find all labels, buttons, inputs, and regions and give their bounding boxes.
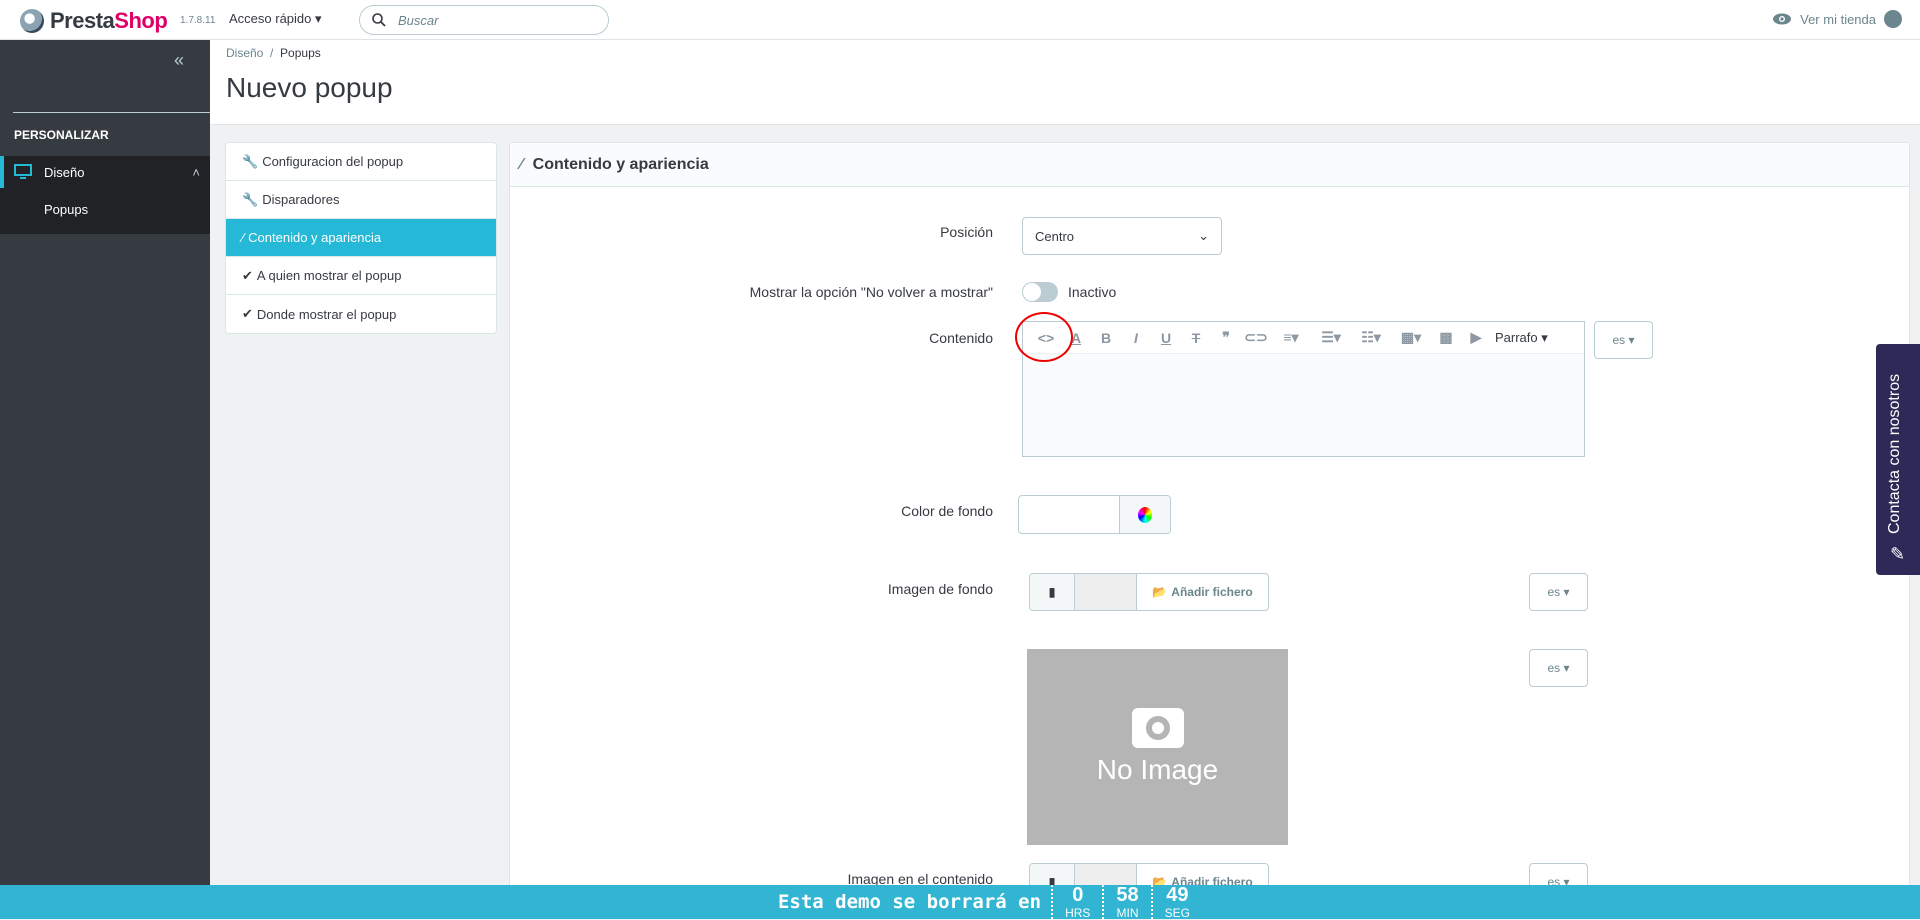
page-header — [210, 40, 1920, 125]
tab-donde[interactable]: ✔ Donde mostrar el popup — [226, 295, 496, 333]
contact-us-tab[interactable]: Contacta con nosotros ✎ — [1876, 344, 1920, 575]
bg-image-file-input[interactable]: ▮ 📂 Añadir fichero — [1029, 573, 1269, 611]
page-title: Nuevo popup — [226, 72, 393, 103]
strikethrough-icon[interactable]: T — [1181, 330, 1211, 346]
italic-icon[interactable]: I — [1121, 330, 1151, 346]
sidebar-section-title: PERSONALIZAR — [14, 128, 109, 142]
add-file-button[interactable]: 📂 Añadir fichero — [1137, 574, 1268, 610]
image-icon[interactable]: ▩ — [1431, 329, 1461, 346]
dont-show-toggle[interactable] — [1022, 282, 1058, 302]
check-icon: ✔ — [242, 267, 253, 283]
no-image-placeholder: No Image — [1027, 649, 1288, 845]
form-tabs: 🔧 Configuracion del popup 🔧 Disparadores ⁄… — [225, 142, 497, 334]
countdown-hours: 0 HRS — [1051, 885, 1102, 919]
language-dropdown[interactable]: es ▾ — [1529, 573, 1588, 611]
position-select[interactable]: Centro ⌄ — [1022, 217, 1222, 255]
tab-disparadores[interactable]: 🔧 Disparadores — [226, 181, 496, 219]
search-input[interactable]: Buscar — [359, 5, 609, 35]
paragraph-dropdown[interactable]: Parrafo ▾ — [1495, 330, 1548, 346]
sidebar-item-popups[interactable]: Popups — [0, 188, 210, 234]
camera-icon — [1131, 708, 1184, 748]
editor-toolbar: <> A B I U T ❞ ⊂⊃ ≡▾ ☰▾ ☷▾ ▦▾ ▩ ▶ Parraf… — [1023, 322, 1584, 354]
language-dropdown[interactable]: es ▾ — [1529, 649, 1588, 687]
bold-icon[interactable]: B — [1091, 330, 1121, 346]
blockquote-icon[interactable]: ❞ — [1211, 329, 1241, 346]
bullet-list-icon[interactable]: ☰▾ — [1311, 329, 1351, 346]
media-icon[interactable]: ▶ — [1461, 329, 1491, 346]
search-icon — [372, 13, 386, 27]
version: 1.7.8.11 — [180, 15, 216, 26]
tab-a-quien[interactable]: ✔ A quien mostrar el popup — [226, 257, 496, 295]
panel-header: ⁄ Contenido y apariencia — [510, 143, 1909, 187]
file-icon: ▮ — [1030, 574, 1075, 610]
eye-icon — [1773, 13, 1792, 25]
breadcrumb-parent[interactable]: Diseño — [226, 46, 263, 60]
dont-show-label: Mostrar la opción "No volver a mostrar" — [749, 284, 993, 300]
wrench-icon: 🔧 — [242, 191, 259, 207]
prestashop-logo[interactable]: PrestaShop — [20, 8, 168, 34]
countdown-minutes: 58 MIN — [1102, 885, 1150, 919]
color-value-field[interactable] — [1019, 496, 1119, 533]
table-icon[interactable]: ▦▾ — [1391, 329, 1431, 346]
underline-icon[interactable]: U — [1151, 330, 1181, 346]
link-icon[interactable]: ⊂⊃ — [1241, 329, 1271, 346]
top-header: PrestaShop 1.7.8.11 Acceso rápido ▾ Busc… — [0, 0, 1920, 40]
bg-color-label: Color de fondo — [901, 503, 993, 519]
countdown-seconds: 49 SEG — [1150, 885, 1202, 919]
chevron-up-icon: ˄ — [192, 164, 200, 180]
pencil-icon: ✎ — [1890, 544, 1906, 564]
language-dropdown[interactable]: es ▾ — [1594, 321, 1653, 359]
bg-color-input[interactable] — [1018, 495, 1171, 534]
quick-access-dropdown[interactable]: Acceso rápido ▾ — [229, 11, 322, 27]
numbered-list-icon[interactable]: ☷▾ — [1351, 329, 1391, 346]
view-shop-link[interactable]: Ver mi tienda — [1772, 10, 1902, 28]
folder-open-icon: 📂 — [1152, 585, 1168, 599]
monitor-icon — [14, 164, 32, 179]
magic-wand-icon: ⁄ — [520, 155, 523, 173]
check-icon: ✔ — [242, 306, 253, 321]
toggle-state: Inactivo — [1068, 284, 1117, 300]
tab-contenido[interactable]: ⁄ Contenido y apariencia — [226, 219, 496, 257]
color-wheel-icon — [1138, 506, 1152, 523]
annotation-circle — [1015, 312, 1073, 362]
tab-configuracion[interactable]: 🔧 Configuracion del popup — [226, 143, 496, 181]
breadcrumb: Diseño / Popups — [226, 46, 321, 60]
demo-countdown-bar: Esta demo se borrará en 0 HRS 58 MIN 49 SEG — [0, 885, 1920, 919]
position-label: Posición — [940, 224, 993, 240]
puffin-logo-icon — [20, 9, 44, 33]
content-editor[interactable]: <> A B I U T ❞ ⊂⊃ ≡▾ ☰▾ ☷▾ ▦▾ ▩ ▶ Parraf… — [1022, 321, 1585, 457]
color-picker-button[interactable] — [1119, 496, 1170, 533]
bg-image-label: Imagen de fondo — [887, 581, 993, 597]
align-icon[interactable]: ≡▾ — [1271, 329, 1311, 346]
content-label: Contenido — [929, 330, 993, 346]
filename-field — [1075, 574, 1137, 610]
chevron-down-icon: ⌄ — [1198, 228, 1209, 243]
user-avatar-icon[interactable] — [1884, 10, 1902, 28]
sidebar-item-diseno[interactable]: Diseño ˄ — [0, 156, 210, 188]
collapse-sidebar-icon[interactable]: « — [174, 50, 184, 71]
wrench-icon: 🔧 — [242, 153, 259, 169]
magic-wand-icon: ⁄ — [242, 230, 245, 245]
divider — [13, 112, 210, 113]
